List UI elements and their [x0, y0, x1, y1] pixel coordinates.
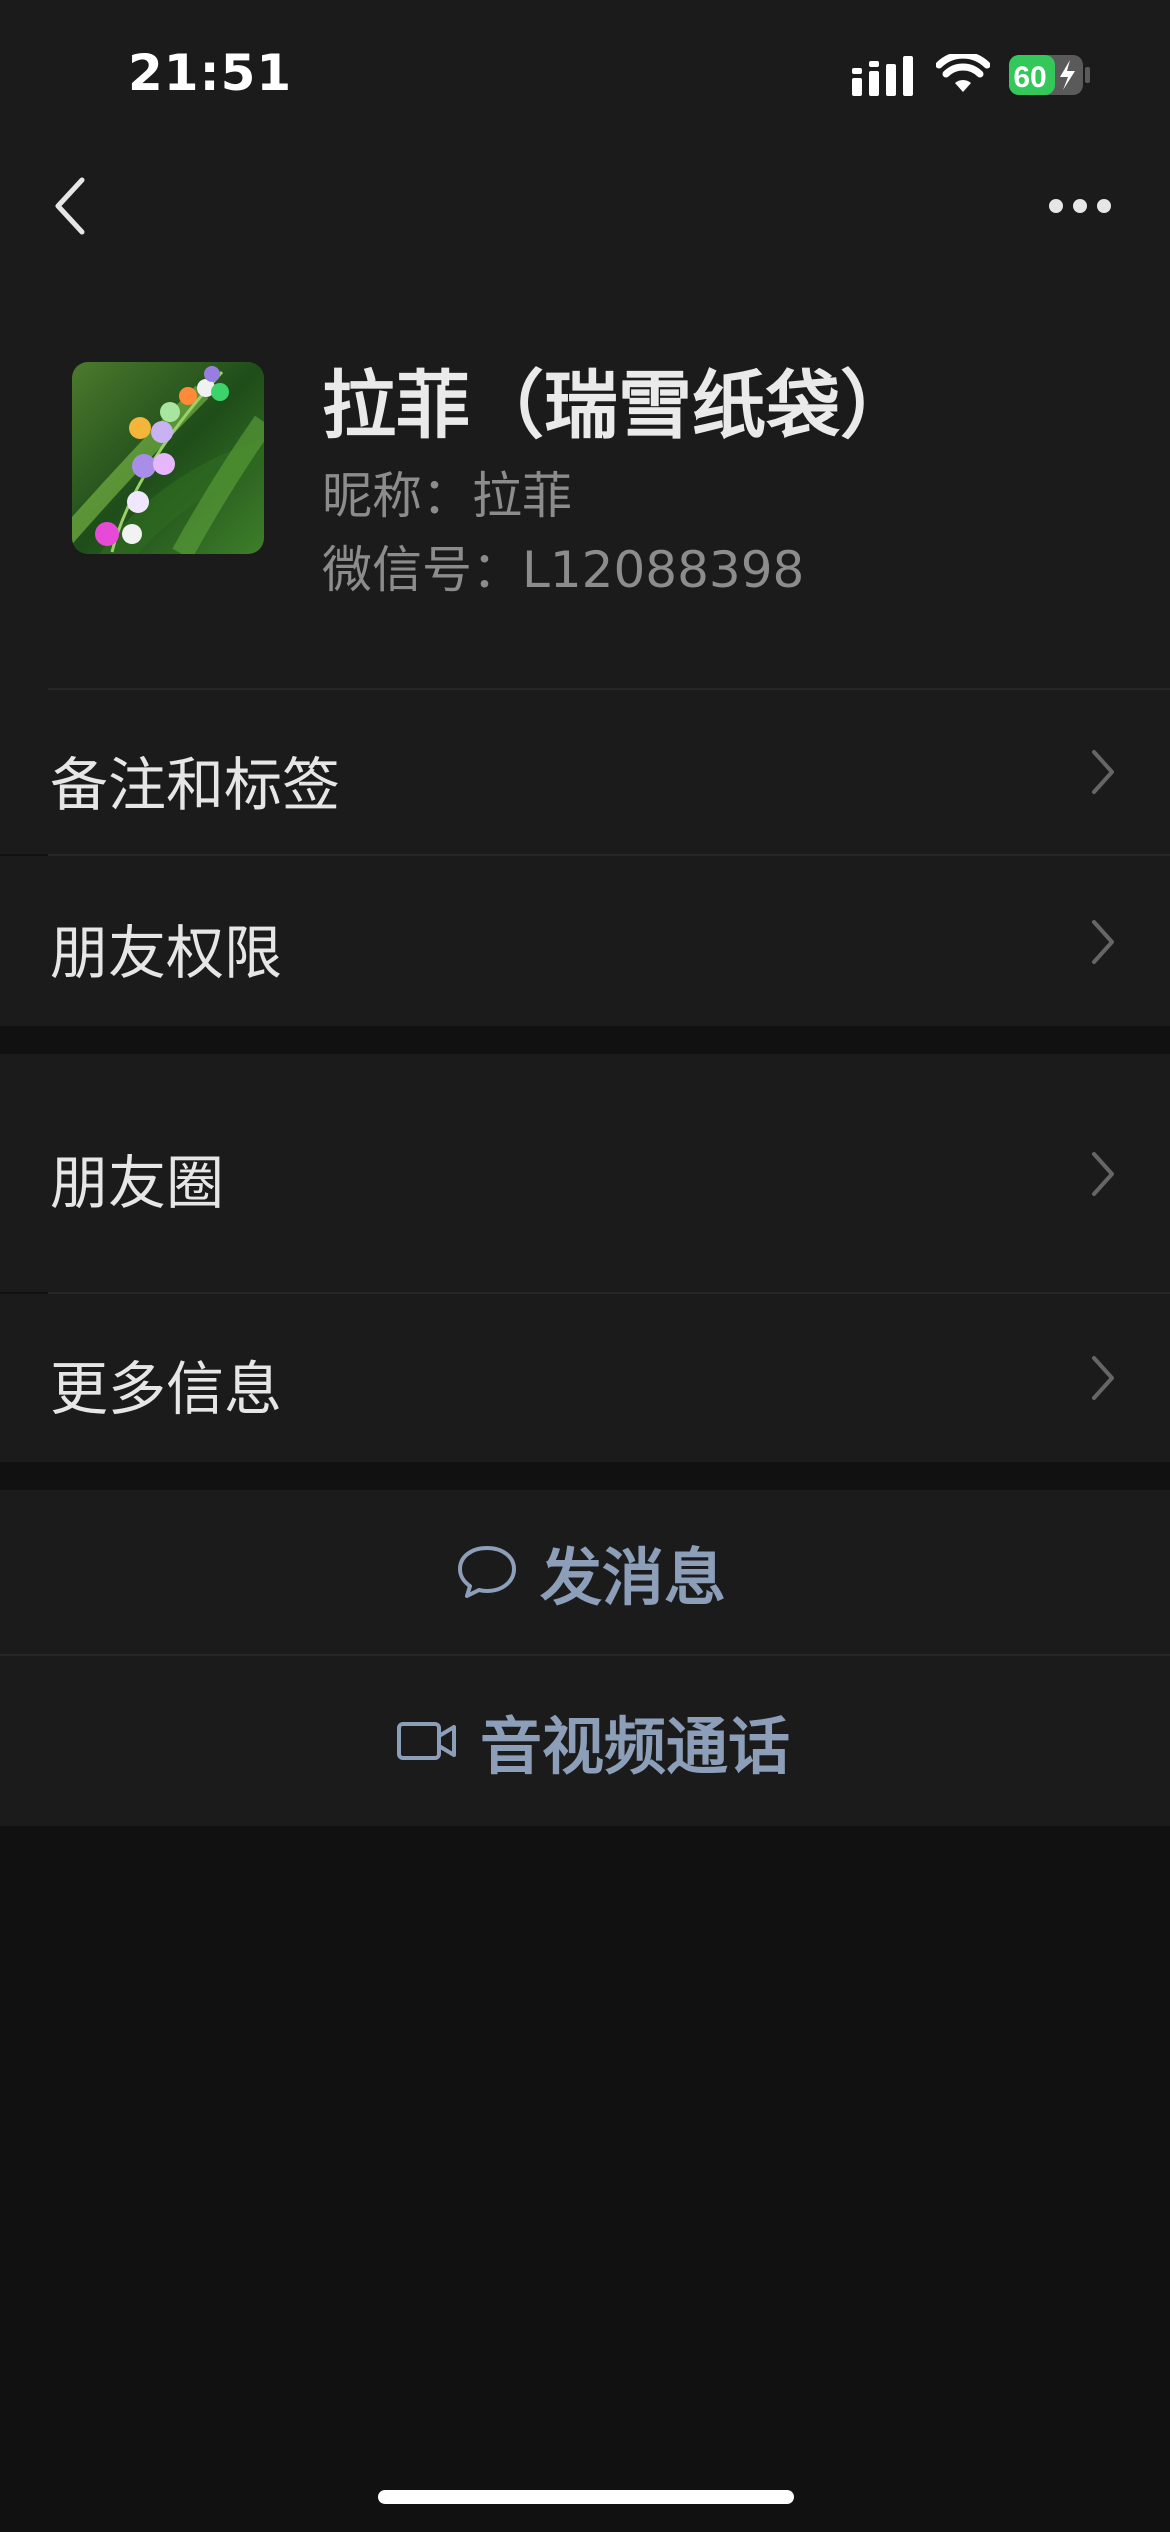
avatar[interactable] [72, 362, 264, 554]
send-message-label: 发消息 [540, 1541, 727, 1614]
send-message-content: 发消息 [456, 1490, 726, 1654]
status-time: 21:51 [128, 44, 293, 102]
chevron-right-icon [1092, 920, 1114, 964]
wechat-id-line[interactable]: 微信号：L12088398 [322, 530, 804, 602]
cellular-signal-icon [852, 56, 913, 96]
send-message-button[interactable]: 发消息 [0, 1490, 1170, 1654]
chevron-right-icon [1092, 1152, 1114, 1196]
battery-icon: 60 [1009, 55, 1090, 95]
video-call-content: 音视频通话 [396, 1656, 790, 1826]
video-camera-icon [397, 1722, 456, 1760]
remarks-and-tags-row[interactable]: 备注和标签 [0, 690, 1170, 854]
friend-permissions-label: 朋友权限 [50, 919, 283, 987]
moments-row[interactable]: 朋友圈 [0, 1054, 1170, 1292]
moments-label: 朋友圈 [50, 1149, 225, 1217]
battery-percent: 60 [1013, 61, 1046, 94]
chevron-right-icon [1092, 1356, 1114, 1400]
more-info-label: 更多信息 [50, 1355, 283, 1423]
back-button[interactable] [40, 170, 100, 242]
ellipsis-icon [1049, 199, 1111, 213]
display-name: 拉菲（瑞雪纸袋） [322, 363, 914, 449]
remarks-and-tags-label: 备注和标签 [50, 751, 341, 819]
chevron-right-icon [1092, 750, 1114, 794]
wifi-icon [936, 54, 990, 92]
status-bar: 21:51 60 [0, 0, 1170, 150]
more-info-row[interactable]: 更多信息 [0, 1294, 1170, 1462]
video-call-button[interactable]: 音视频通话 [0, 1656, 1170, 1826]
friend-permissions-row[interactable]: 朋友权限 [0, 856, 1170, 1026]
chat-bubble-icon [458, 1546, 516, 1598]
home-indicator[interactable] [378, 2490, 794, 2504]
more-options-button[interactable] [1040, 180, 1120, 232]
nickname-line: 昵称：拉菲 [322, 467, 572, 525]
video-call-label: 音视频通话 [480, 1710, 791, 1783]
chevron-left-icon [55, 177, 85, 235]
lily-of-the-valley-avatar [72, 362, 264, 554]
